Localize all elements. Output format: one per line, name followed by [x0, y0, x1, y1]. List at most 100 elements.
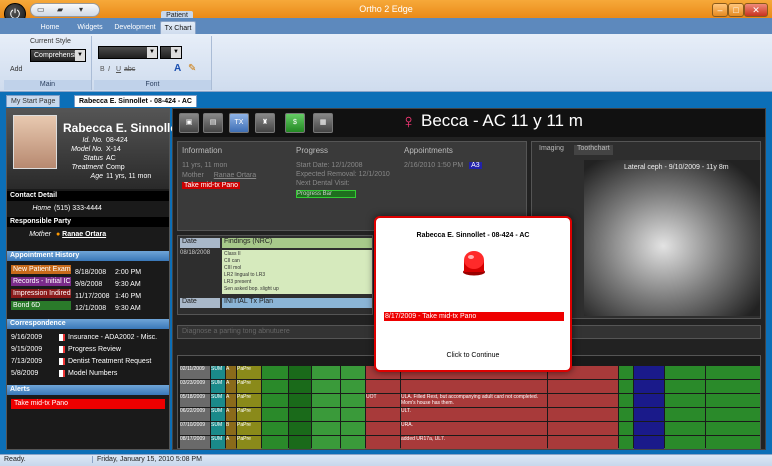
highlight-icon[interactable]: ✎ [188, 63, 196, 74]
tab-tx-chart[interactable]: Tx Chart [160, 21, 196, 34]
grid-cell: 07/10/2009 [180, 422, 210, 435]
font-family-combo[interactable]: ▼ [98, 46, 158, 59]
appointment-date: 9/8/2008 [75, 281, 103, 288]
mother-link[interactable]: Ranae Ortara [62, 231, 106, 238]
document-tab-bar: My Start Page Rabecca E. Sinnollet - 08-… [0, 93, 772, 107]
document-icon [59, 357, 65, 365]
grid-cell [289, 380, 311, 393]
grid-cell [619, 394, 633, 407]
click-to-continue[interactable]: Click to Continue [376, 352, 570, 359]
close-button[interactable]: ✕ [744, 3, 768, 17]
ribbon-tab-bar: Home Widgets Development Tx Chart [0, 18, 772, 34]
document-icon [59, 345, 65, 353]
dialog-title: Rabecca E. Sinnollet - 08-424 - AC [416, 232, 530, 239]
xray-image [584, 160, 760, 316]
correspondence-row[interactable]: 7/13/2009 Dentist Treatment Request [11, 357, 165, 367]
correspondence-title: Dentist Treatment Request [68, 358, 152, 365]
grid-cell [619, 436, 633, 449]
tab-patient-record[interactable]: Rabecca E. Sinnollet - 08-424 - AC [74, 95, 197, 107]
appointment-row[interactable]: New Patient Exam 8/18/2008 2:00 PM [11, 265, 165, 276]
grid-row[interactable]: 08/17/2009 SUM A PaPre added UR17a, UL7. [178, 436, 760, 449]
patient-toolbar: ▣ ▤ TX ♜ $ ▦ ♀ Becca - AC 11 y 11 m [173, 109, 765, 137]
italic-icon[interactable]: I [108, 66, 110, 73]
grid-cell [341, 380, 365, 393]
grid-cell [634, 394, 664, 407]
grid-cell: 03/23/2009 [180, 380, 210, 393]
correspondence-title: Model Numbers [68, 370, 118, 377]
grid-cell: A [226, 366, 236, 379]
findings-column-header: Findings (NRC) [222, 238, 372, 248]
correspondence-title: Progress Review [68, 346, 121, 353]
appointment-row[interactable]: Records - Initial IC 9/8/2008 9:30 AM [11, 277, 165, 288]
grid-cell [706, 422, 760, 435]
tab-widgets[interactable]: Widgets [70, 21, 110, 34]
grid-row[interactable]: 06/22/2009 SUM A PaPre ULT. [178, 408, 760, 421]
grid-cell: PaPre [237, 408, 261, 421]
calendar-icon[interactable]: ▦ [313, 113, 333, 133]
minimize-button[interactable]: – [712, 3, 728, 17]
save-icon[interactable]: ▭ [37, 5, 45, 14]
underline-icon[interactable]: U [116, 66, 121, 73]
patient-header: Rabecca E. Sinnollet Id. No. 08-424 Model… [7, 109, 181, 189]
strikethrough-icon[interactable]: abc [124, 66, 135, 73]
dollar-icon[interactable]: $ [285, 113, 305, 133]
notes-icon[interactable]: ▤ [203, 113, 223, 133]
image-icon[interactable]: ▣ [179, 113, 199, 133]
appointment-type: Records - Initial IC [11, 277, 71, 286]
bold-icon[interactable]: B [100, 66, 105, 73]
responsible-party-header: Responsible Party [7, 217, 169, 227]
grid-cell [262, 422, 288, 435]
tab-home[interactable]: Home [34, 21, 66, 34]
grid-cell [289, 408, 311, 421]
alerts-header: Alerts [7, 385, 169, 395]
correspondence-row[interactable]: 5/8/2009 Model Numbers [11, 369, 165, 379]
dropdown-icon[interactable]: ▾ [79, 5, 83, 14]
grid-cell: PaPre [237, 394, 261, 407]
correspondence-title: Insurance - ADA2002 - Misc. [68, 334, 158, 341]
grid-cell: ULA. Filled Rest, but accompanying adult… [401, 394, 547, 407]
font-color-icon[interactable]: A [174, 63, 181, 74]
group-label-main: Main [4, 80, 91, 90]
tab-imaging[interactable]: Imaging [536, 145, 567, 155]
font-size-combo[interactable]: ▼ [160, 46, 182, 59]
grid-cell [312, 436, 340, 449]
grid-row[interactable]: 05/18/2009 SUM A PaPre UOT ULA. Filled Rest, … [178, 394, 760, 407]
appointment-entry: 2/16/2010 1:50 PM A3 [404, 162, 482, 169]
grid-cell: A [226, 408, 236, 421]
grid-row[interactable]: 07/10/2009 SUM B PaPre URA. [178, 422, 760, 435]
grid-cell: PaPre [237, 380, 261, 393]
chevron-down-icon: ▼ [147, 47, 157, 58]
correspondence-row[interactable]: 9/16/2009 Insurance - ADA2002 - Misc. [11, 333, 165, 343]
style-combo[interactable]: Comprehensive ▼ [30, 49, 86, 62]
grid-cell: 06/22/2009 [180, 408, 210, 421]
grid-cell [706, 380, 760, 393]
appointment-date: 11/17/2008 [75, 293, 110, 300]
grid-cell: added UR17a, UL7. [401, 436, 547, 449]
appointment-time: 9:30 AM [115, 281, 141, 288]
maximize-button[interactable]: □ [728, 3, 744, 17]
grid-cell [341, 366, 365, 379]
correspondence-row[interactable]: 9/15/2009 Progress Review [11, 345, 165, 355]
chair-icon[interactable]: ♜ [255, 113, 275, 133]
information-header: Information [182, 146, 223, 155]
correspondence-date: 9/16/2009 [11, 334, 43, 341]
tab-toothchart[interactable]: Toothchart [574, 145, 613, 155]
start-date: Start Date: 12/1/2008 [296, 162, 363, 169]
alert-dialog: Rabecca E. Sinnollet - 08-424 - AC 8/17/… [374, 216, 572, 372]
tx-button[interactable]: TX [229, 113, 249, 133]
appointment-row[interactable]: Bond 6D 12/1/2008 9:30 AM [11, 301, 165, 312]
add-button[interactable]: Add [10, 66, 22, 73]
progress-header: Progress [296, 146, 329, 155]
tab-development[interactable]: Development [112, 21, 158, 34]
alert-item[interactable]: Take mid-tx Pano [11, 399, 165, 409]
grid-row[interactable]: 03/23/2009 SUM A PaPre [178, 380, 760, 393]
appointment-row[interactable]: Impression Indired 11/17/2008 1:40 PM [11, 289, 165, 300]
appointment-time: 2:00 PM [115, 269, 142, 276]
window-title: Ortho 2 Edge [359, 4, 413, 14]
tab-my-start-page[interactable]: My Start Page [6, 95, 61, 107]
folder-icon[interactable]: ▰ [57, 5, 63, 14]
female-icon: ♀ [401, 111, 416, 133]
appointments-header: Appointments [404, 146, 453, 155]
status-text: Ready. [4, 456, 26, 463]
grid-cell [341, 436, 365, 449]
